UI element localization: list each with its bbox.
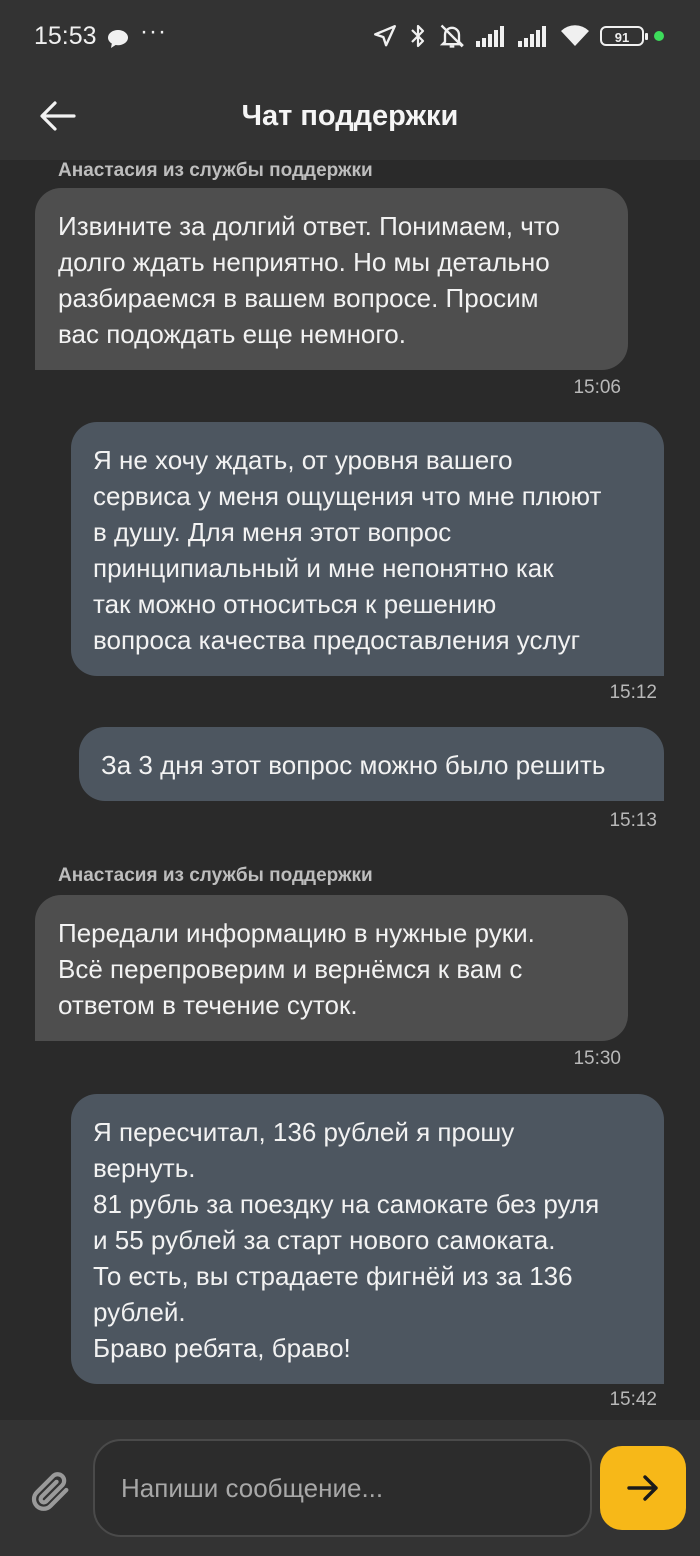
outgoing-message: Я не хочу ждать, от уровня вашего сервис…	[71, 422, 664, 676]
charging-dot	[654, 31, 664, 41]
signal-icon-2	[518, 26, 546, 47]
message-sender: Анастасия из службы поддержки	[58, 160, 373, 181]
send-button[interactable]	[600, 1446, 686, 1530]
page-title: Чат поддержки	[241, 100, 459, 132]
signal-icon-1	[476, 26, 504, 47]
message-sender: Анастасия из службы поддержки	[58, 865, 373, 886]
message-time: 15:30	[573, 1048, 621, 1069]
status-bar: 15:53 ··· 91	[0, 0, 700, 78]
paperclip-icon[interactable]	[28, 1468, 74, 1514]
app-bar: Чат поддержки	[0, 78, 700, 160]
status-icons: 91	[372, 22, 664, 50]
outgoing-message: Я пересчитал, 136 рублей я прошу вернуть…	[71, 1094, 664, 1384]
status-time: 15:53	[34, 22, 97, 50]
message-list[interactable]: Анастасия из службы поддержки Извините з…	[0, 160, 700, 1420]
arrow-right-icon	[627, 1475, 658, 1501]
message-input[interactable]	[93, 1439, 592, 1537]
location-icon	[374, 25, 396, 47]
message-time: 15:12	[609, 682, 657, 703]
incoming-message: Передали информацию в нужные руки. Всё п…	[35, 895, 628, 1041]
chat-notification-icon	[108, 30, 128, 48]
message-composer	[0, 1420, 700, 1556]
message-time: 15:42	[609, 1389, 657, 1410]
bluetooth-icon	[411, 24, 425, 48]
more-notifications-icon: ···	[140, 18, 167, 45]
message-time: 15:06	[573, 377, 621, 398]
muted-bell-icon	[439, 24, 465, 48]
message-time: 15:13	[609, 810, 657, 831]
wifi-icon	[561, 25, 589, 46]
battery-indicator: 91	[600, 26, 648, 46]
outgoing-message: За 3 дня этот вопрос можно было решить	[79, 727, 664, 801]
incoming-message: Извините за долгий ответ. Понимаем, что …	[35, 188, 628, 370]
